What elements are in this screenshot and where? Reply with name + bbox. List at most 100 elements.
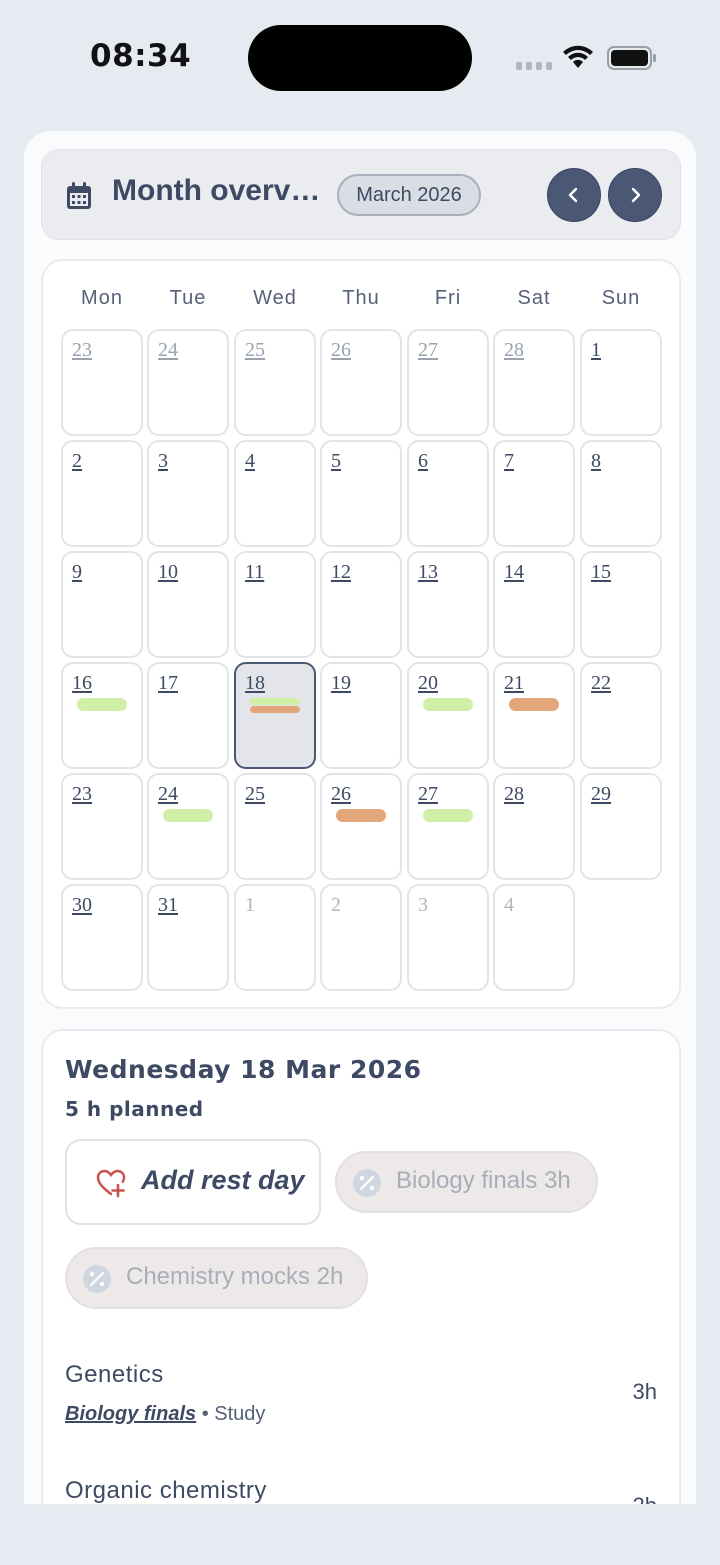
event-bar-orange [509, 698, 559, 711]
session-title: Organic chemistry [65, 1477, 267, 1504]
dynamic-island [248, 25, 472, 91]
day-cell[interactable]: 4 [493, 884, 575, 991]
weekday-label: Sun [601, 287, 641, 309]
day-cell[interactable]: 24 [147, 773, 229, 880]
day-number: 24 [158, 339, 178, 361]
day-number: 19 [331, 672, 351, 694]
status-bar: 08:34 [0, 0, 720, 120]
heart-plus-icon [96, 1169, 126, 1198]
session-hours: 3h [632, 1379, 657, 1404]
day-cell[interactable]: 14 [493, 551, 575, 658]
day-number: 4 [504, 894, 514, 916]
day-cell[interactable]: 29 [580, 773, 662, 880]
day-cell[interactable]: 3 [147, 440, 229, 547]
day-cell[interactable]: 6 [407, 440, 489, 547]
chevron-left-icon [568, 187, 578, 203]
day-cell[interactable]: 15 [580, 551, 662, 658]
previous-month-button[interactable] [547, 168, 601, 222]
day-number: 17 [158, 672, 178, 694]
day-number: 9 [72, 561, 82, 583]
day-cell[interactable]: 25 [234, 329, 316, 436]
day-cell[interactable]: 28 [493, 773, 575, 880]
event-bar-orange [250, 706, 300, 713]
day-number: 26 [331, 339, 351, 361]
day-cell[interactable]: 17 [147, 662, 229, 769]
day-number: 25 [245, 339, 265, 361]
day-number: 1 [591, 339, 601, 361]
day-cell[interactable]: 13 [407, 551, 489, 658]
cellular-signal-icon [516, 62, 552, 70]
event-bar-green [77, 698, 127, 711]
chevron-right-icon [631, 187, 641, 203]
weekday-label: Fri [434, 287, 462, 309]
calendar-icon [67, 182, 91, 209]
day-cell[interactable]: 21 [493, 662, 575, 769]
day-cell[interactable]: 25 [234, 773, 316, 880]
day-number: 27 [418, 339, 438, 361]
day-number: 31 [158, 894, 178, 916]
day-cell[interactable]: 22 [580, 662, 662, 769]
day-number: 15 [591, 561, 611, 583]
event-bar-green [423, 809, 473, 822]
day-number: 30 [72, 894, 92, 916]
day-cell[interactable]: 9 [61, 551, 143, 658]
session-meta: Biology finals • Study [65, 1403, 265, 1426]
day-number: 29 [591, 783, 611, 805]
day-number: 2 [72, 450, 82, 472]
day-cell[interactable]: 23 [61, 773, 143, 880]
goal-chip-biology-finals[interactable]: Biology finals 3h [335, 1151, 598, 1213]
day-cell[interactable]: 2 [320, 884, 402, 991]
day-number: 21 [504, 672, 524, 694]
weekday-label: Wed [253, 287, 297, 309]
day-cell[interactable]: 27 [407, 773, 489, 880]
wifi-icon [563, 45, 593, 68]
add-rest-day-label: Add rest day [141, 1165, 305, 1195]
day-number: 13 [418, 561, 438, 583]
goal-link[interactable]: Biology finals [65, 1403, 196, 1425]
day-number: 1 [245, 894, 255, 916]
day-cell[interactable]: 5 [320, 440, 402, 547]
day-number: 23 [72, 339, 92, 361]
event-bar-orange [336, 809, 386, 822]
day-cell[interactable]: 19 [320, 662, 402, 769]
goal-chip-label: Biology finals 3h [396, 1167, 571, 1194]
day-cell[interactable]: 27 [407, 329, 489, 436]
calendar-grid: Mon Tue Wed Thu Fri Sat Sun 23 24 25 26 27 28 1 2 3 4 5 6 7… [41, 259, 681, 1009]
session-hours: 2h [633, 1493, 657, 1504]
day-number: 28 [504, 783, 524, 805]
day-cell[interactable]: 26 [320, 329, 402, 436]
day-cell[interactable]: 11 [234, 551, 316, 658]
status-time: 08:34 [90, 38, 192, 74]
day-cell[interactable]: 28 [493, 329, 575, 436]
goal-chip-chemistry-mocks[interactable]: Chemistry mocks 2h [65, 1247, 368, 1309]
battery-icon [607, 46, 656, 70]
day-cell[interactable]: 30 [61, 884, 143, 991]
day-detail-panel: Wednesday 18 Mar 2026 5 h planned Add re… [41, 1029, 681, 1504]
day-number: 22 [591, 672, 611, 694]
day-cell[interactable]: 10 [147, 551, 229, 658]
day-cell[interactable]: 20 [407, 662, 489, 769]
next-month-button[interactable] [608, 168, 662, 222]
day-cell[interactable]: 1 [580, 329, 662, 436]
day-number: 3 [158, 450, 168, 472]
percent-icon [83, 1265, 111, 1293]
day-cell[interactable]: 23 [61, 329, 143, 436]
day-cell[interactable]: 24 [147, 329, 229, 436]
day-cell[interactable]: 4 [234, 440, 316, 547]
day-cell[interactable]: 16 [61, 662, 143, 769]
day-cell[interactable]: 1 [234, 884, 316, 991]
day-cell-selected[interactable]: 18 [234, 662, 316, 769]
day-cell[interactable]: 2 [61, 440, 143, 547]
day-cell[interactable]: 7 [493, 440, 575, 547]
weekday-label: Sat [517, 287, 551, 309]
day-cell[interactable]: 26 [320, 773, 402, 880]
day-number: 16 [72, 672, 92, 694]
day-cell[interactable]: 12 [320, 551, 402, 658]
day-cell[interactable]: 31 [147, 884, 229, 991]
day-cell[interactable]: 8 [580, 440, 662, 547]
add-rest-day-button[interactable]: Add rest day [65, 1139, 321, 1225]
day-cell[interactable]: 3 [407, 884, 489, 991]
day-number: 3 [418, 894, 428, 916]
day-number: 12 [331, 561, 351, 583]
weekday-label: Mon [81, 287, 123, 309]
